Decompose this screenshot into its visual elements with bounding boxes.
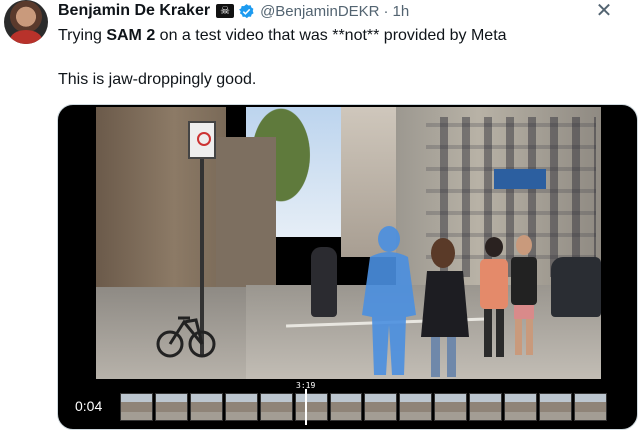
no-parking-sign <box>188 121 216 159</box>
timeline-thumbnail[interactable] <box>399 393 433 421</box>
timeline-thumbnail[interactable] <box>154 393 188 421</box>
video-timeline[interactable] <box>120 393 607 421</box>
timeline-thumbnail[interactable] <box>364 393 398 421</box>
timeline-thumbnail[interactable] <box>120 393 153 421</box>
timeline-thumbnail[interactable] <box>224 393 258 421</box>
building-left-2 <box>216 137 276 307</box>
close-icon[interactable]: ✕ <box>595 1 613 21</box>
timeline-thumbnail[interactable] <box>539 393 572 421</box>
timeline-thumbnail[interactable] <box>329 393 363 421</box>
tweet: Benjamin De Kraker ☠ @BenjaminDEKR · 1h … <box>0 0 640 434</box>
author-handle[interactable]: @BenjaminDEKR <box>260 3 379 20</box>
timeline-thumbnail[interactable] <box>189 393 223 421</box>
skull-flag-icon: ☠ <box>216 4 235 18</box>
timeline-thumbnail[interactable] <box>469 393 503 421</box>
timeline-thumbnail[interactable] <box>434 393 468 421</box>
bank-sign <box>494 169 546 189</box>
video-duration: 0:04 <box>68 395 110 417</box>
pedestrian-far <box>311 247 337 317</box>
segmented-person <box>362 226 416 375</box>
video-player[interactable]: 3:19 0:04 <box>57 104 638 430</box>
video-frame[interactable] <box>96 107 601 379</box>
timeline-scrubber[interactable] <box>305 389 307 425</box>
tweet-header: Benjamin De Kraker ☠ @BenjaminDEKR · 1h <box>58 0 409 22</box>
avatar-shirt <box>10 30 42 44</box>
timeline-thumbnail[interactable] <box>504 393 538 421</box>
timeline-thumbnail[interactable] <box>573 393 607 421</box>
author-avatar[interactable] <box>4 0 48 44</box>
bicycle <box>156 316 216 358</box>
tweet-text-suffix: on a test video that was **not** provide… <box>155 27 507 44</box>
pedestrian-man <box>511 235 537 355</box>
tweet-text-line1: Trying SAM 2 on a test video that was **… <box>58 26 507 46</box>
pedestrian-woman <box>421 238 469 377</box>
tweet-text-line2: This is jaw-droppingly good. <box>58 71 257 88</box>
parked-car <box>551 257 601 317</box>
separator-dot: · <box>383 2 389 20</box>
timeline-thumbnail[interactable] <box>294 393 328 421</box>
timeline-thumbnail[interactable] <box>259 393 293 421</box>
tweet-text-prefix: Trying <box>58 27 107 44</box>
author-name[interactable]: Benjamin De Kraker <box>58 2 210 20</box>
tweet-text-bold: SAM 2 <box>106 27 156 44</box>
verified-badge-icon <box>239 3 254 18</box>
tweet-time[interactable]: 1h <box>393 3 410 20</box>
